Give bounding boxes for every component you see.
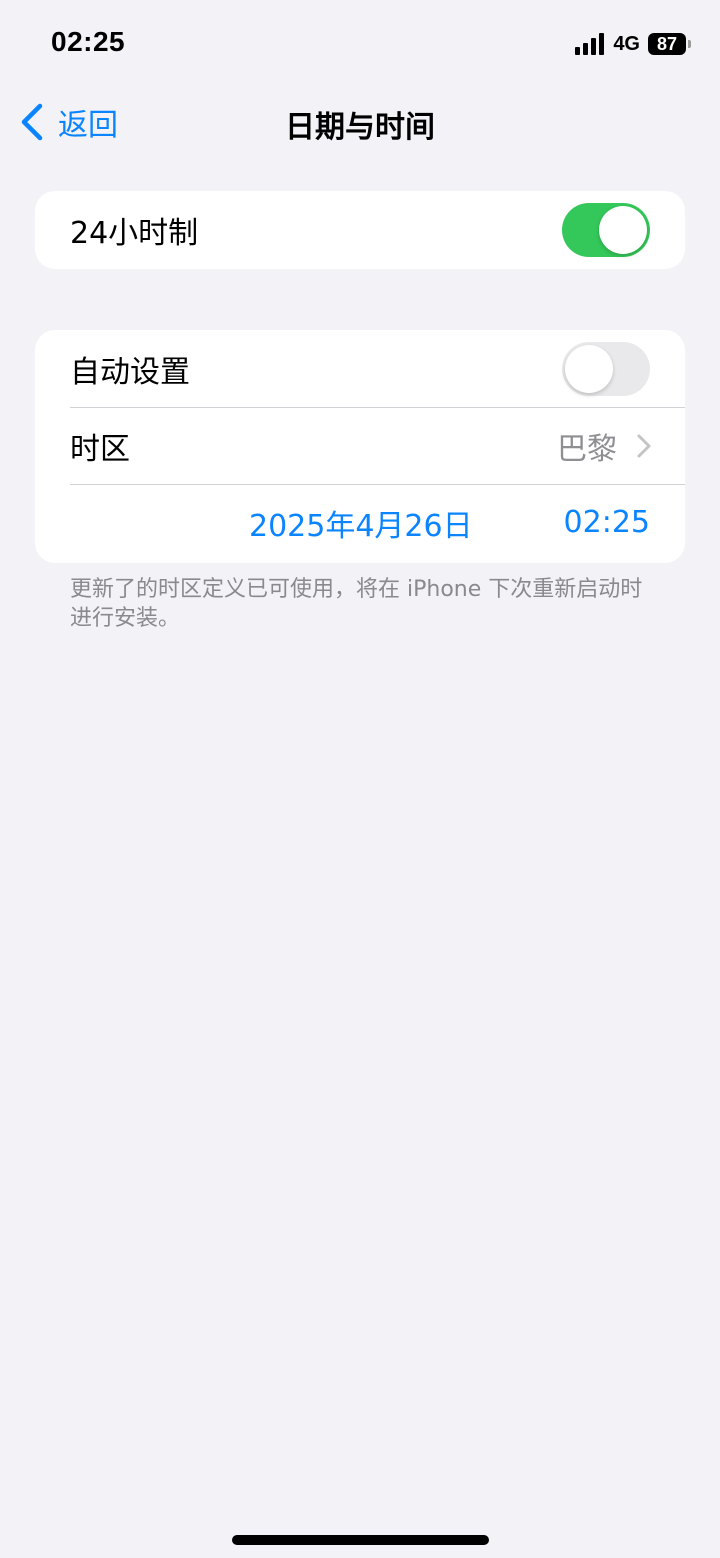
- network-type: 4G: [613, 32, 640, 55]
- battery-icon: 87: [648, 32, 692, 56]
- status-time: 02:25: [51, 26, 126, 57]
- hour-format-row: 24小时制: [35, 191, 685, 268]
- hour-format-group: 24小时制: [35, 191, 685, 269]
- toggle-knob: [599, 205, 647, 254]
- home-indicator[interactable]: [232, 1535, 489, 1545]
- hour-format-toggle[interactable]: [562, 202, 650, 257]
- auto-set-row: 自动设置: [35, 330, 685, 407]
- date-time-settings-group: 自动设置 时区 巴黎 2025年4月26日 02:25: [35, 330, 685, 563]
- signal-icon: [575, 33, 605, 55]
- time-zone-value: 巴黎: [557, 431, 617, 467]
- battery-level: 87: [648, 33, 686, 55]
- chevron-right-icon: [637, 434, 651, 457]
- time-picker-button[interactable]: 02:25: [564, 505, 650, 540]
- time-zone-update-note: 更新了的时区定义已可使用，将在 iPhone 下次重新启动时进行安装。: [70, 577, 643, 631]
- time-zone-label: 时区: [70, 431, 130, 467]
- status-bar: 02:25 4G 87: [0, 0, 720, 88]
- auto-set-label: 自动设置: [70, 354, 190, 390]
- time-zone-row[interactable]: 时区 巴黎: [35, 407, 685, 484]
- date-time-row: 2025年4月26日 02:25: [35, 484, 685, 561]
- hour-format-label: 24小时制: [70, 215, 199, 251]
- auto-set-toggle[interactable]: [562, 341, 650, 396]
- status-indicators: 4G 87: [575, 30, 692, 58]
- toggle-knob: [565, 344, 613, 393]
- date-picker-button[interactable]: 2025年4月26日: [249, 501, 473, 545]
- page-title: 日期与时间: [285, 110, 435, 145]
- navigation-bar: 返回 日期与时间: [0, 88, 720, 158]
